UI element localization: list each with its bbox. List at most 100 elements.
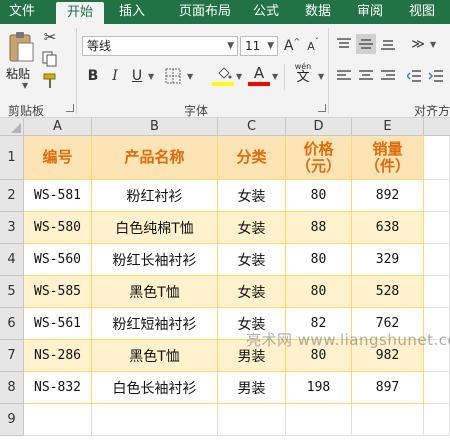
row-header-3[interactable]: 3: [0, 212, 24, 244]
underline-button[interactable]: U: [128, 66, 146, 86]
empty-cell[interactable]: [424, 404, 450, 436]
empty-cell[interactable]: [424, 180, 450, 212]
align-middle-icon[interactable]: [356, 34, 376, 54]
underline-dropdown-icon[interactable]: ▼: [148, 72, 154, 81]
empty-cell[interactable]: [286, 404, 352, 436]
cut-icon[interactable]: ✂: [40, 28, 60, 46]
cell-b8[interactable]: 白色长袖衬衫: [92, 372, 218, 404]
align-top-icon[interactable]: [334, 34, 354, 54]
fill-color-dropdown-icon[interactable]: ▼: [236, 72, 242, 81]
row-header-2[interactable]: 2: [0, 180, 24, 212]
row-header-6[interactable]: 6: [0, 308, 24, 340]
cell-d4[interactable]: 80: [286, 244, 352, 276]
tab-view[interactable]: 视图: [400, 0, 444, 24]
tab-review[interactable]: 审阅: [348, 0, 392, 24]
decrease-indent-icon[interactable]: [404, 66, 424, 86]
column-header-d[interactable]: D: [286, 118, 352, 136]
cell-e5[interactable]: 528: [352, 276, 424, 308]
cell-c8[interactable]: 男装: [218, 372, 286, 404]
italic-button[interactable]: I: [106, 66, 124, 86]
cell-b7[interactable]: 黑色T恤: [92, 340, 218, 372]
empty-cell[interactable]: [92, 404, 218, 436]
increase-indent-icon[interactable]: [426, 66, 446, 86]
align-bottom-icon[interactable]: [378, 34, 398, 54]
cell-b4[interactable]: 粉红长袖衬衫: [92, 244, 218, 276]
cell-e2[interactable]: 892: [352, 180, 424, 212]
row-header-4[interactable]: 4: [0, 244, 24, 276]
font-color-dropdown-icon[interactable]: ▼: [272, 72, 278, 81]
align-center-icon[interactable]: [356, 66, 376, 86]
cell-d2[interactable]: 80: [286, 180, 352, 212]
tab-insert[interactable]: 插入: [110, 0, 154, 24]
cell-a2[interactable]: WS-581: [24, 180, 92, 212]
borders-button[interactable]: [160, 66, 186, 86]
cell-c2[interactable]: 女装: [218, 180, 286, 212]
tab-file[interactable]: 文件: [0, 0, 44, 24]
column-header-c[interactable]: C: [218, 118, 286, 136]
cell-c4[interactable]: 女装: [218, 244, 286, 276]
cell-a4[interactable]: WS-560: [24, 244, 92, 276]
cell-d3[interactable]: 88: [286, 212, 352, 244]
select-all-corner[interactable]: [0, 118, 24, 136]
column-header-f[interactable]: [424, 118, 450, 136]
font-size-dropdown-icon[interactable]: ▼: [267, 37, 274, 55]
paste-button[interactable]: [6, 30, 36, 64]
row-header-5[interactable]: 5: [0, 276, 24, 308]
column-header-b[interactable]: B: [92, 118, 218, 136]
font-color-button[interactable]: A: [250, 64, 268, 82]
row-header-8[interactable]: 8: [0, 372, 24, 404]
align-right-icon[interactable]: [378, 66, 398, 86]
cell-e3[interactable]: 638: [352, 212, 424, 244]
cell-a8[interactable]: NS-832: [24, 372, 92, 404]
empty-cell[interactable]: [218, 404, 286, 436]
empty-cell[interactable]: [24, 404, 92, 436]
clipboard-launcher-icon[interactable]: [66, 104, 74, 112]
empty-cell[interactable]: [424, 212, 450, 244]
row-header-1[interactable]: 1: [0, 136, 24, 180]
cell-b6[interactable]: 粉红短袖衬衫: [92, 308, 218, 340]
tab-data[interactable]: 数据: [296, 0, 340, 24]
cell-a6[interactable]: WS-561: [24, 308, 92, 340]
paste-dropdown-icon[interactable]: ▼: [22, 81, 28, 90]
borders-dropdown-icon[interactable]: ▼: [187, 72, 193, 81]
cell-e8[interactable]: 897: [352, 372, 424, 404]
grow-font-button[interactable]: A ^: [283, 36, 301, 56]
font-launcher-icon[interactable]: [318, 104, 326, 112]
format-painter-icon[interactable]: [40, 72, 60, 90]
cell-b3[interactable]: 白色纯棉T恤: [92, 212, 218, 244]
orientation-icon[interactable]: ≫: [408, 34, 428, 54]
column-header-a[interactable]: A: [24, 118, 92, 136]
empty-cell[interactable]: [424, 276, 450, 308]
row-header-7[interactable]: 7: [0, 340, 24, 372]
cell-c3[interactable]: 女装: [218, 212, 286, 244]
tab-formulas[interactable]: 公式: [244, 0, 288, 24]
phonetic-dropdown-icon[interactable]: ▼: [318, 72, 324, 81]
empty-cell[interactable]: [424, 244, 450, 276]
cell-e4[interactable]: 329: [352, 244, 424, 276]
cell-d8[interactable]: 198: [286, 372, 352, 404]
cell-c5[interactable]: 女装: [218, 276, 286, 308]
cell-a5[interactable]: WS-585: [24, 276, 92, 308]
orientation-dropdown-icon[interactable]: ▼: [430, 40, 436, 49]
column-header-e[interactable]: E: [352, 118, 424, 136]
tab-page-layout[interactable]: 页面布局: [168, 0, 242, 24]
copy-icon[interactable]: [40, 50, 60, 68]
shrink-font-button[interactable]: Aˇ: [304, 36, 322, 56]
bold-button[interactable]: B: [84, 66, 102, 86]
align-left-icon[interactable]: [334, 66, 354, 86]
row-header-9[interactable]: 9: [0, 404, 24, 436]
header-cell-c[interactable]: 分类: [218, 136, 286, 180]
header-cell-b[interactable]: 产品名称: [92, 136, 218, 180]
font-name-dropdown-icon[interactable]: ▼: [227, 37, 234, 55]
empty-cell[interactable]: [352, 404, 424, 436]
header-cell-a[interactable]: 编号: [24, 136, 92, 180]
empty-cell[interactable]: [424, 136, 450, 180]
empty-cell[interactable]: [424, 372, 450, 404]
font-size-combo[interactable]: 11 ▼: [240, 36, 278, 56]
cell-b5[interactable]: 黑色T恤: [92, 276, 218, 308]
cell-a7[interactable]: NS-286: [24, 340, 92, 372]
cell-b2[interactable]: 粉红衬衫: [92, 180, 218, 212]
font-name-combo[interactable]: 等线 ▼: [82, 36, 238, 56]
header-cell-e[interactable]: 销量 （件）: [352, 136, 424, 180]
fill-color-button[interactable]: [214, 64, 234, 82]
